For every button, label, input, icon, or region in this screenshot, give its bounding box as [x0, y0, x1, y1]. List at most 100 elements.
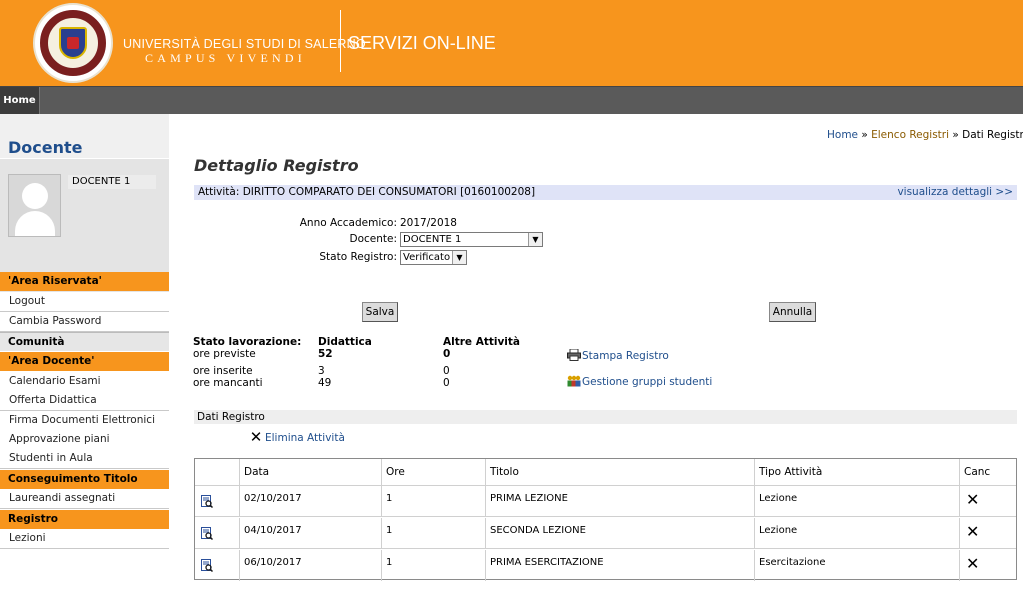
close-icon: ✕ — [249, 428, 263, 446]
stato-lavorazione-label: Stato lavorazione: — [193, 336, 302, 348]
col-altre-attivita-header: Altre Attività — [443, 336, 521, 348]
sidebar-item-laureandi-assegnati[interactable]: Laureandi assegnati — [0, 489, 169, 509]
cell-data: 04/10/2017 — [239, 518, 381, 548]
didattica-inserite-value: 3 — [318, 365, 325, 377]
view-detail-icon[interactable] — [201, 559, 213, 572]
top-navbar: Home — [0, 86, 1023, 114]
page-title: Dettaglio Registro — [194, 156, 359, 175]
breadcrumb-home[interactable]: Home — [827, 129, 858, 141]
chevron-down-icon: ▼ — [452, 251, 466, 264]
sidebar-item-studenti-in-aula[interactable]: Studenti in Aula — [0, 449, 169, 469]
gestione-gruppi-label: Gestione gruppi studenti — [582, 376, 713, 388]
ore-previste-label: ore previste — [193, 348, 256, 360]
altre-inserite-value: 0 — [443, 365, 450, 377]
altre-mancanti-value: 0 — [443, 377, 450, 389]
cell-data: 06/10/2017 — [239, 550, 381, 581]
stato-registro-value: Verificato — [403, 252, 451, 263]
cell-canc: ✕ — [959, 550, 1016, 581]
anno-accademico-value: 2017/2018 — [400, 217, 457, 229]
chevron-down-icon: ▼ — [528, 233, 542, 246]
cell-titolo: PRIMA ESERCITAZIONE — [485, 550, 754, 581]
nav-home-link[interactable]: Home — [0, 87, 40, 114]
cell-ore: 1 — [381, 486, 485, 516]
delete-icon[interactable]: ✕ — [966, 556, 979, 572]
didattica-previste-value: 52 — [318, 348, 333, 360]
row-view-cell[interactable] — [195, 486, 239, 516]
altre-previste-value: 0 — [443, 348, 451, 360]
printer-icon — [567, 349, 581, 361]
dati-registro-label: Dati Registro — [197, 411, 265, 423]
cell-ore: 1 — [381, 550, 485, 581]
university-motto: CAMPUS VIVENDI — [145, 51, 306, 65]
table-header-row: Data Ore Titolo Tipo Attività Canc — [195, 459, 1016, 486]
site-header: UNIVERSITÀ DEGLI STUDI DI SALERNO CAMPUS… — [0, 0, 1023, 86]
elimina-attivita-label: Elimina Attività — [265, 432, 345, 444]
breadcrumb-current: Dati Registro — [962, 129, 1023, 141]
cell-tipo: Esercitazione — [754, 550, 959, 581]
ore-inserite-label: ore inserite — [193, 365, 253, 377]
table-row: 06/10/2017 1 PRIMA ESERCITAZIONE Esercit… — [195, 550, 1016, 581]
services-title: SERVIZI ON-LINE — [348, 33, 496, 53]
avatar — [8, 174, 61, 237]
header-divider — [340, 10, 341, 72]
attivita-table: Data Ore Titolo Tipo Attività Canc 02/10… — [194, 458, 1017, 581]
docente-label: Docente: — [349, 233, 397, 245]
sidebar-section-area-docente: 'Area Docente' — [0, 352, 169, 371]
ore-mancanti-label: ore mancanti — [193, 377, 263, 389]
delete-icon[interactable]: ✕ — [966, 492, 979, 508]
delete-icon[interactable]: ✕ — [966, 524, 979, 540]
breadcrumb-elenco-registri[interactable]: Elenco Registri — [871, 129, 949, 141]
cell-data: 02/10/2017 — [239, 486, 381, 516]
view-detail-icon[interactable] — [201, 527, 213, 540]
view-details-link[interactable]: visualizza dettagli >> — [897, 185, 1013, 200]
stampa-registro-link[interactable]: Stampa Registro — [567, 349, 669, 362]
header-canc: Canc — [959, 459, 1016, 485]
university-logo — [33, 3, 113, 83]
header-ore: Ore — [381, 459, 485, 485]
activity-bar: Attività: DIRITTO COMPARATO DEI CONSUMAT… — [194, 185, 1017, 200]
sidebar-item-approvazione-piani[interactable]: Approvazione piani — [0, 430, 169, 450]
docente-select[interactable]: DOCENTE 1 ▼ — [400, 232, 543, 247]
docente-title: Docente — [8, 138, 83, 157]
docente-header: Docente — [0, 114, 169, 158]
row-view-cell[interactable] — [195, 518, 239, 548]
activity-label: Attività: DIRITTO COMPARATO DEI CONSUMAT… — [198, 186, 536, 198]
cell-tipo: Lezione — [754, 486, 959, 516]
cell-titolo: PRIMA LEZIONE — [485, 486, 754, 516]
dati-registro-bar: Dati Registro — [194, 410, 1017, 424]
group-icon — [567, 375, 581, 387]
table-row: 02/10/2017 1 PRIMA LEZIONE Lezione ✕ — [195, 486, 1016, 517]
sidebar-item-lezioni[interactable]: Lezioni — [0, 529, 169, 549]
sidebar-item-calendario-esami[interactable]: Calendario Esami — [0, 372, 169, 392]
save-button[interactable]: Salva — [362, 302, 398, 322]
sidebar-section-comunita[interactable]: Comunità — [0, 332, 169, 351]
university-name: UNIVERSITÀ DEGLI STUDI DI SALERNO — [123, 37, 366, 51]
sidebar-item-logout[interactable]: Logout — [0, 292, 169, 312]
breadcrumb-separator: » — [858, 129, 872, 141]
docente-select-value: DOCENTE 1 — [403, 234, 462, 245]
sidebar-section-area-riservata: 'Area Riservata' — [0, 272, 169, 291]
anno-accademico-label: Anno Accademico: — [299, 217, 397, 229]
sidebar-item-firma-documenti[interactable]: Firma Documenti Elettronici — [0, 411, 169, 431]
header-icon-col — [195, 459, 239, 485]
breadcrumb-separator: » — [949, 129, 963, 141]
elimina-attivita-link[interactable]: ✕ Elimina Attività — [248, 430, 345, 446]
sidebar: Docente DOCENTE 1 'Area Riservata' Logou… — [0, 114, 169, 589]
didattica-mancanti-value: 49 — [318, 377, 332, 389]
sidebar-item-offerta-didattica[interactable]: Offerta Didattica — [0, 391, 169, 411]
stato-registro-select[interactable]: Verificato ▼ — [400, 250, 467, 265]
cancel-button[interactable]: Annulla — [769, 302, 816, 322]
sidebar-section-conseguimento-titolo: Conseguimento Titolo — [0, 470, 169, 489]
table-row: 04/10/2017 1 SECONDA LEZIONE Lezione ✕ — [195, 518, 1016, 549]
row-view-cell[interactable] — [195, 550, 239, 581]
sidebar-item-cambia-password[interactable]: Cambia Password — [0, 312, 169, 332]
cell-canc: ✕ — [959, 486, 1016, 516]
cell-titolo: SECONDA LEZIONE — [485, 518, 754, 548]
gestione-gruppi-link[interactable]: Gestione gruppi studenti — [567, 375, 712, 388]
breadcrumb: Home » Elenco Registri » Dati Registro — [827, 129, 1023, 141]
header-tipo-attivita: Tipo Attività — [754, 459, 959, 485]
cell-ore: 1 — [381, 518, 485, 548]
view-detail-icon[interactable] — [201, 495, 213, 508]
docente-name: DOCENTE 1 — [68, 175, 156, 189]
header-titolo: Titolo — [485, 459, 754, 485]
